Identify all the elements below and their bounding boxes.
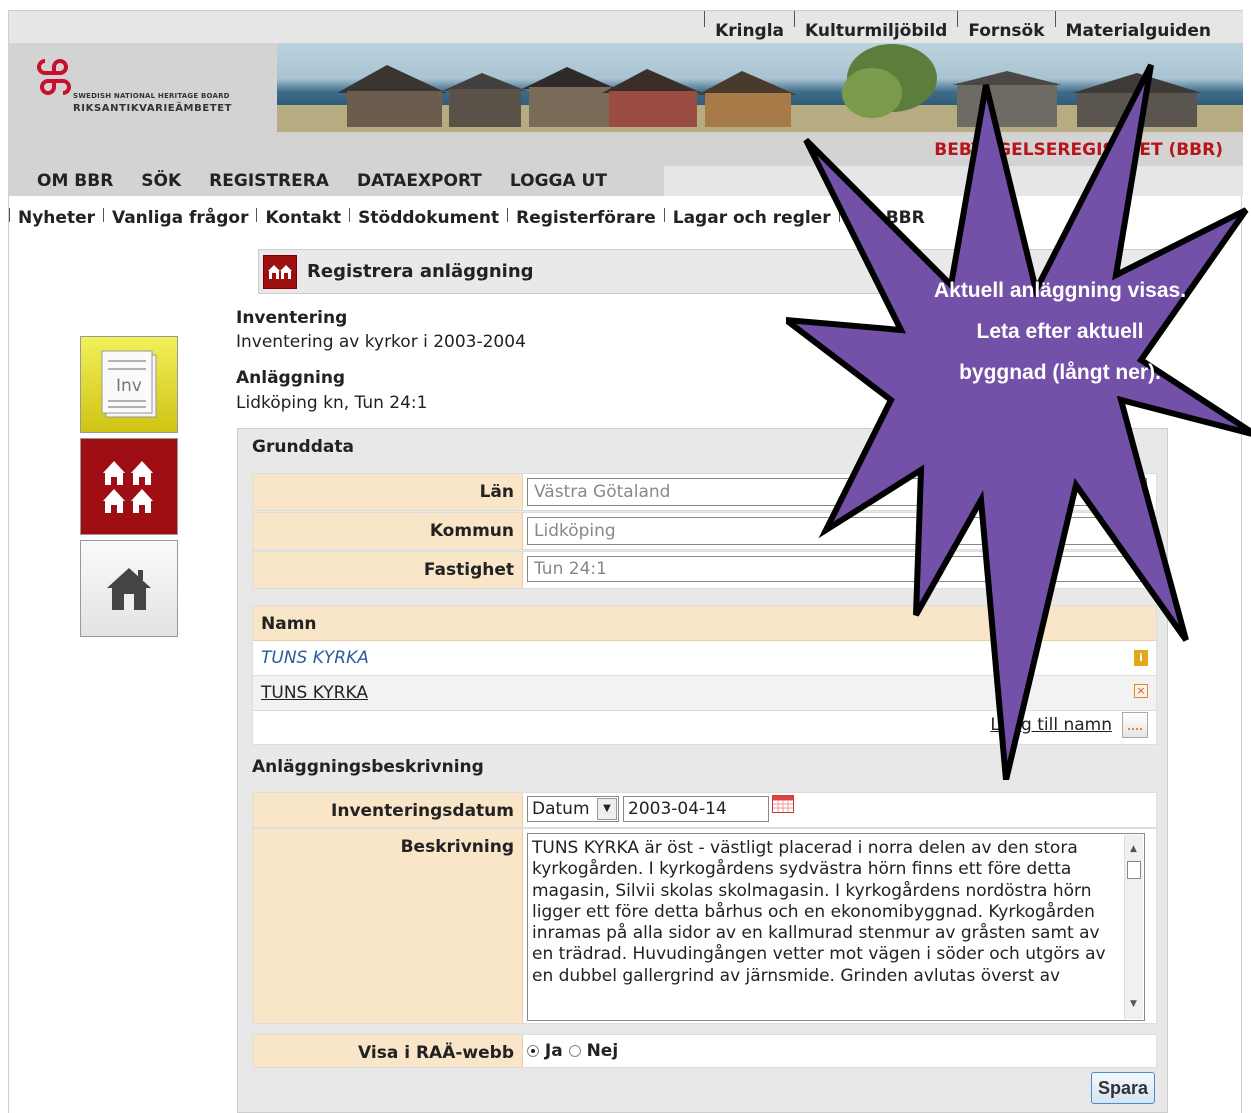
- scroll-thumb[interactable]: [1127, 861, 1141, 879]
- register-title: BEBYGGELSEREGISTRET (BBR): [934, 140, 1223, 160]
- top-link-kulturmiljobild[interactable]: Kulturmiljöbild: [795, 21, 957, 41]
- facility-icon: [263, 254, 297, 289]
- subnav-lagar-och-regler[interactable]: Lagar och regler: [665, 208, 839, 228]
- building-nav-button[interactable]: [80, 540, 178, 637]
- ellipsis-icon: [1128, 728, 1142, 732]
- add-name-button[interactable]: [1122, 712, 1148, 738]
- logo[interactable]: SWEDISH NATIONAL HERITAGE BOARD RIKSANTI…: [9, 43, 277, 166]
- sub-nav: Nyheter Vanliga frågor Kontakt Stöddokum…: [9, 206, 933, 230]
- main-nav: OM BBR SÖK REGISTRERA DATAEXPORT LOGGA U…: [9, 166, 1243, 196]
- info-icon[interactable]: i: [1134, 650, 1148, 666]
- add-name-link[interactable]: Lägg till namn: [990, 715, 1112, 735]
- description-heading: Anläggningsbeskrivning: [252, 757, 484, 777]
- date-label: Inventeringsdatum: [253, 793, 523, 827]
- page: Kringla Kulturmiljöbild Fornsök Material…: [8, 10, 1243, 1113]
- nav-om-bbr[interactable]: OM BBR: [37, 171, 113, 191]
- subnav-vanliga-fragor[interactable]: Vanliga frågor: [104, 208, 257, 228]
- grunddata-heading: Grunddata: [252, 437, 354, 457]
- anlaggning-label: Anläggning: [236, 368, 346, 388]
- radio-ja-label: Ja: [544, 1041, 563, 1061]
- table-row: TUNS KYRKA ×: [253, 676, 1156, 711]
- save-button[interactable]: Spara: [1090, 1072, 1155, 1104]
- logo-text-swedish: RIKSANTIKVARIEÄMBETET: [73, 103, 233, 114]
- inventory-document-icon: Inv: [101, 350, 157, 417]
- subnav-registerforare[interactable]: Registerförare: [508, 208, 664, 228]
- scrollbar[interactable]: ▲ ▼: [1124, 835, 1143, 1019]
- top-link-fornsok[interactable]: Fornsök: [958, 21, 1054, 41]
- nav-dataexport[interactable]: DATAEXPORT: [357, 171, 482, 191]
- radio-ja[interactable]: [527, 1045, 539, 1057]
- date-input[interactable]: 2003-04-14: [623, 796, 769, 822]
- inventory-icon-label: Inv: [116, 376, 142, 396]
- name-link[interactable]: TUNS KYRKA: [261, 683, 368, 703]
- grunddata-panel: Grunddata Län Västra Götaland Kommun Lid…: [237, 428, 1168, 1113]
- subnav-stoddokument[interactable]: Stöddokument: [350, 208, 507, 228]
- table-row: TUNS KYRKA i: [253, 641, 1156, 676]
- field-row-fastighet: Fastighet Tun 24:1: [252, 551, 1157, 589]
- page-title: Registrera anläggning: [307, 261, 534, 282]
- facility-nav-button[interactable]: [80, 438, 178, 535]
- header-banner-image: [277, 43, 1243, 132]
- top-links: Kringla Kulturmiljöbild Fornsök Material…: [9, 10, 1243, 43]
- subnav-nyheter[interactable]: Nyheter: [10, 208, 103, 228]
- visa-webb-label: Visa i RAÄ-webb: [253, 1035, 523, 1067]
- nav-logga-ut[interactable]: LOGGA UT: [510, 171, 607, 191]
- callout-text: Aktuell anläggning visas. Leta efter akt…: [933, 279, 1187, 384]
- inventering-value: Inventering av kyrkor i 2003-2004: [236, 332, 526, 352]
- scroll-up-icon[interactable]: ▲: [1130, 839, 1137, 860]
- boathouses-illustration: [277, 44, 1243, 132]
- names-header: Namn: [253, 606, 1156, 641]
- field-row-lan: Län Västra Götaland: [252, 473, 1157, 511]
- lan-field[interactable]: Västra Götaland: [527, 478, 1147, 506]
- subnav-om-bbr[interactable]: Om BBR: [840, 208, 933, 228]
- fastighet-label: Fastighet: [253, 552, 523, 588]
- scroll-down-icon[interactable]: ▼: [1130, 994, 1137, 1015]
- nav-sok[interactable]: SÖK: [141, 171, 181, 191]
- description-label: Beskrivning: [253, 829, 523, 1023]
- field-row-description: Beskrivning TUNS KYRKA är öst - västligt…: [252, 828, 1157, 1024]
- kommun-label: Kommun: [253, 513, 523, 549]
- inventering-label: Inventering: [236, 308, 348, 328]
- kommun-field[interactable]: Lidköping: [527, 517, 1147, 545]
- lan-label: Län: [253, 474, 523, 510]
- field-row-date: Inventeringsdatum Datum ▼ 2003-04-14: [252, 792, 1157, 828]
- field-row-kommun: Kommun Lidköping: [252, 512, 1157, 550]
- description-textarea[interactable]: TUNS KYRKA är öst - västligt placerad i …: [527, 833, 1145, 1021]
- fastighet-field[interactable]: Tun 24:1: [527, 556, 1147, 582]
- anlaggning-value: Lidköping kn, Tun 24:1: [236, 393, 428, 413]
- raa-logo-icon: [37, 59, 71, 95]
- logo-text-english: SWEDISH NATIONAL HERITAGE BOARD: [73, 92, 230, 100]
- radio-nej-label: Nej: [586, 1041, 619, 1061]
- house-icon: [107, 567, 151, 610]
- date-type-value: Datum: [532, 799, 590, 819]
- delete-icon[interactable]: ×: [1134, 684, 1148, 698]
- name-link[interactable]: TUNS KYRKA: [261, 648, 369, 668]
- houses-icon: [103, 460, 153, 513]
- top-link-materialguiden[interactable]: Materialguiden: [1056, 21, 1221, 41]
- names-table: Namn TUNS KYRKA i TUNS KYRKA × Lägg till…: [252, 605, 1157, 745]
- chevron-down-icon[interactable]: ▼: [597, 798, 617, 820]
- calendar-icon[interactable]: [772, 795, 794, 813]
- description-text: TUNS KYRKA är öst - västligt placerad i …: [532, 838, 1106, 986]
- date-type-select[interactable]: Datum ▼: [527, 796, 619, 822]
- inventory-nav-button[interactable]: Inv: [80, 336, 178, 433]
- top-link-kringla[interactable]: Kringla: [705, 21, 794, 41]
- subnav-kontakt[interactable]: Kontakt: [257, 208, 349, 228]
- radio-nej[interactable]: [568, 1045, 581, 1057]
- nav-registrera[interactable]: REGISTRERA: [209, 171, 329, 191]
- field-row-visa-webb: Visa i RAÄ-webb Ja Nej: [252, 1034, 1157, 1068]
